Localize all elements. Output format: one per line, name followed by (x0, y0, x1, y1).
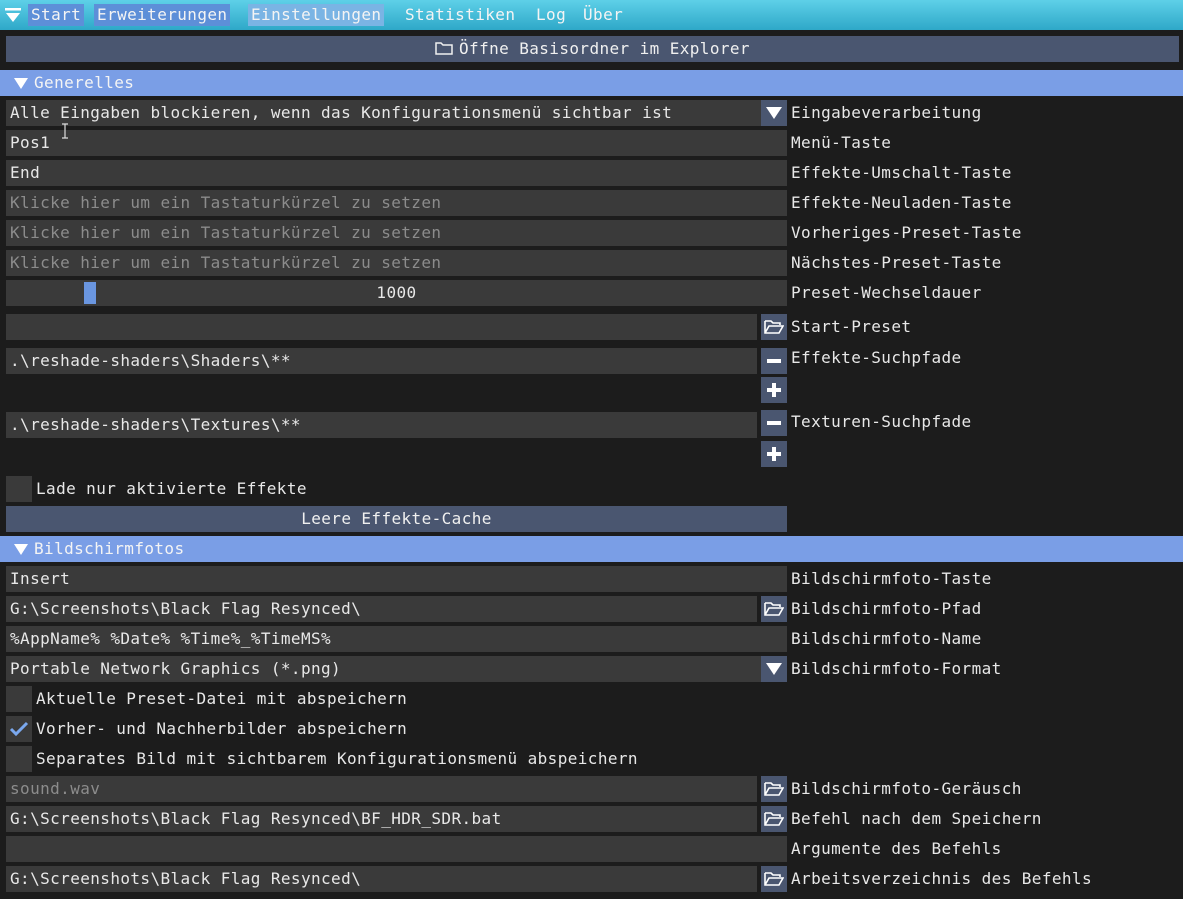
folder-open-icon (764, 320, 784, 334)
text-cursor-icon (62, 123, 68, 139)
effects-toggle-key-label: Effekte-Umschalt-Taste (791, 163, 1012, 182)
folder-open-icon (764, 782, 784, 796)
command-arguments-label: Argumente des Befehls (791, 839, 1002, 858)
add-effect-path-button[interactable] (761, 377, 787, 403)
folder-open-icon (764, 602, 784, 616)
browse-command-button[interactable] (761, 806, 787, 832)
save-overlay-label: Separates Bild mit sichtbarem Konfigurat… (36, 749, 638, 768)
prev-preset-key-label: Vorheriges-Preset-Taste (791, 223, 1022, 242)
section-header-general[interactable]: Generelles (0, 70, 1183, 96)
menu-key-label: Menü-Taste (791, 133, 892, 152)
texture-search-paths-label: Texturen-Suchpfade (791, 412, 972, 431)
command-arguments-field[interactable] (6, 836, 787, 862)
section-title: Generelles (34, 73, 135, 92)
slider-grab[interactable] (84, 282, 96, 304)
effect-search-path-field[interactable]: .\reshade-shaders\Shaders\** (6, 348, 757, 374)
screenshot-sound-field[interactable]: sound.wav (6, 776, 757, 802)
plus-icon (767, 447, 781, 461)
menu-item-start[interactable]: Start (28, 4, 85, 26)
load-only-enabled-label: Lade nur aktivierte Effekte (36, 479, 307, 498)
section-header-screenshots[interactable]: Bildschirmfotos (0, 536, 1183, 562)
section-title: Bildschirmfotos (34, 539, 185, 558)
next-preset-key-field[interactable]: Klicke hier um ein Tastaturkürzel zu set… (6, 250, 787, 276)
next-preset-key-label: Nächstes-Preset-Taste (791, 253, 1002, 272)
menu-toggle-icon[interactable] (3, 5, 23, 25)
folder-open-icon (764, 872, 784, 886)
chevron-down-icon (766, 107, 782, 119)
texture-search-path-field[interactable]: .\reshade-shaders\Textures\** (6, 412, 757, 438)
screenshot-path-label: Bildschirmfoto-Pfad (791, 599, 982, 618)
start-preset-label: Start-Preset (791, 317, 912, 336)
combo-dropdown-button[interactable] (761, 656, 787, 682)
effect-search-paths-label: Effekte-Suchpfade (791, 348, 962, 367)
post-save-command-field[interactable]: G:\Screenshots\Black Flag Resynced\BF_HD… (6, 806, 757, 832)
open-base-folder-button[interactable]: Öffne Basisordner im Explorer (6, 36, 1179, 62)
screenshot-format-label: Bildschirmfoto-Format (791, 659, 1002, 678)
screenshot-format-combo[interactable]: Portable Network Graphics (*.png) (6, 656, 761, 682)
collapse-arrow-icon (14, 78, 28, 89)
preset-transition-slider[interactable]: 1000 (6, 280, 787, 306)
chevron-down-icon (766, 663, 782, 675)
preset-transition-label: Preset-Wechseldauer (791, 283, 982, 302)
save-preset-label: Aktuelle Preset-Datei mit abspeichern (36, 689, 408, 708)
screenshot-name-field[interactable]: %AppName% %Date% %Time%_%TimeMS% (6, 626, 787, 652)
menu-key-field[interactable]: Pos1 (6, 130, 787, 156)
load-only-enabled-checkbox[interactable] (6, 476, 32, 502)
plus-icon (767, 383, 781, 397)
minus-icon (767, 421, 781, 425)
clear-effect-cache-button[interactable]: Leere Effekte-Cache (6, 506, 787, 532)
save-preset-checkbox[interactable] (6, 686, 32, 712)
screenshot-name-label: Bildschirmfoto-Name (791, 629, 982, 648)
browse-workdir-button[interactable] (761, 866, 787, 892)
folder-open-icon (764, 812, 784, 826)
folder-icon (435, 42, 453, 55)
menu-item-einstellungen[interactable]: Einstellungen (248, 4, 385, 26)
effects-reload-key-label: Effekte-Neuladen-Taste (791, 193, 1012, 212)
save-before-after-checkbox[interactable] (6, 716, 32, 742)
save-overlay-checkbox[interactable] (6, 746, 32, 772)
slider-value: 1000 (376, 283, 417, 302)
menu-bar: Start Erweiterungen Einstellungen Statis… (0, 0, 1183, 30)
collapse-arrow-icon (14, 544, 28, 555)
command-workdir-label: Arbeitsverzeichnis des Befehls (791, 869, 1092, 888)
menu-item-ueber[interactable]: Über (580, 4, 626, 26)
menu-item-statistiken[interactable]: Statistiken (402, 4, 518, 26)
command-workdir-field[interactable]: G:\Screenshots\Black Flag Resynced\ (6, 866, 757, 892)
browse-screenshot-path-button[interactable] (761, 596, 787, 622)
screenshot-path-field[interactable]: G:\Screenshots\Black Flag Resynced\ (6, 596, 757, 622)
minus-icon (767, 359, 781, 363)
add-texture-path-button[interactable] (761, 441, 787, 467)
screenshot-sound-label: Bildschirmfoto-Geräusch (791, 779, 1022, 798)
save-before-after-label: Vorher- und Nachherbilder abspeichern (36, 719, 408, 738)
open-base-folder-label: Öffne Basisordner im Explorer (459, 39, 750, 58)
prev-preset-key-field[interactable]: Klicke hier um ein Tastaturkürzel zu set… (6, 220, 787, 246)
menu-item-erweiterungen[interactable]: Erweiterungen (94, 4, 231, 26)
browse-start-preset-button[interactable] (761, 314, 787, 340)
input-processing-label: Eingabeverarbeitung (791, 103, 982, 122)
browse-sound-button[interactable] (761, 776, 787, 802)
screenshot-key-field[interactable]: Insert (6, 566, 787, 592)
checkmark-icon (9, 721, 29, 737)
effects-toggle-key-field[interactable]: End (6, 160, 787, 186)
effects-reload-key-field[interactable]: Klicke hier um ein Tastaturkürzel zu set… (6, 190, 787, 216)
menu-item-log[interactable]: Log (533, 4, 569, 26)
input-processing-combo[interactable]: Alle Eingaben blockieren, wenn das Konfi… (6, 100, 761, 126)
screenshot-key-label: Bildschirmfoto-Taste (791, 569, 992, 588)
start-preset-field[interactable] (6, 314, 757, 340)
combo-dropdown-button[interactable] (761, 100, 787, 126)
remove-effect-path-button[interactable] (761, 348, 787, 374)
remove-texture-path-button[interactable] (761, 410, 787, 436)
post-save-command-label: Befehl nach dem Speichern (791, 809, 1042, 828)
